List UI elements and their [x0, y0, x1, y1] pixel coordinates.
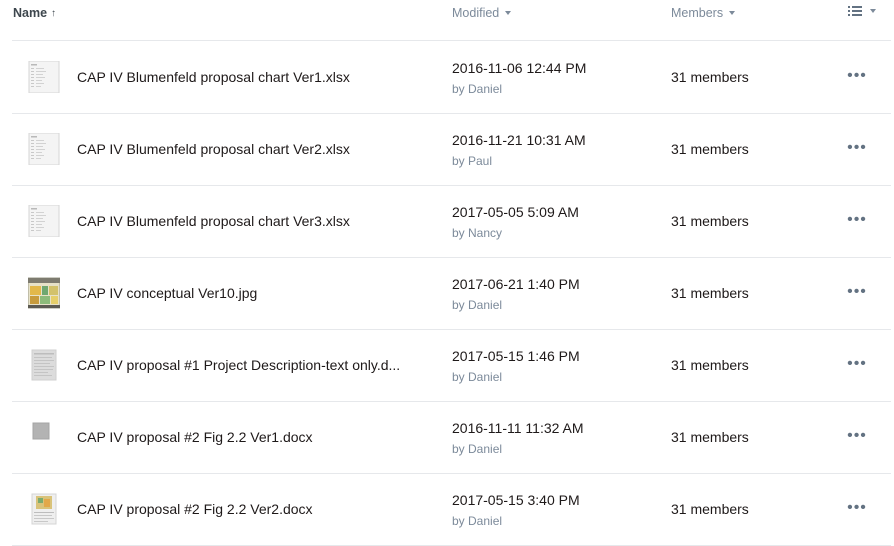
members-count[interactable]: 31 members [671, 501, 749, 517]
members-count[interactable]: 31 members [671, 285, 749, 301]
sort-by-name-header[interactable]: Name ↑ [13, 6, 56, 20]
more-options-button[interactable]: ••• [846, 497, 868, 519]
file-name[interactable]: CAP IV Blumenfeld proposal chart Ver3.xl… [77, 213, 350, 229]
more-options-button[interactable]: ••• [846, 209, 868, 231]
modified-date: 2017-05-15 3:40 PM [452, 492, 580, 508]
file-name[interactable]: CAP IV Blumenfeld proposal chart Ver2.xl… [77, 141, 350, 157]
view-options-button[interactable] [848, 5, 876, 17]
ellipsis-icon: ••• [847, 427, 867, 444]
file-thumbnail-icon [28, 60, 60, 94]
file-name[interactable]: CAP IV proposal #2 Fig 2.2 Ver2.docx [77, 501, 313, 517]
modified-by: by Daniel [452, 514, 503, 528]
modified-date: 2016-11-21 10:31 AM [452, 132, 586, 148]
sort-by-members-header[interactable]: Members [671, 6, 736, 20]
members-count[interactable]: 31 members [671, 429, 749, 445]
file-row[interactable]: CAP IV Blumenfeld proposal chart Ver3.xl… [12, 185, 891, 258]
file-name[interactable]: CAP IV conceptual Ver10.jpg [77, 285, 257, 301]
file-row[interactable]: CAP IV proposal #1 Project Description-t… [12, 329, 891, 402]
modified-date: 2016-11-11 11:32 AM [452, 420, 584, 436]
list-view-icon [848, 6, 862, 16]
modified-date: 2016-11-06 12:44 PM [452, 60, 587, 76]
more-options-button[interactable]: ••• [846, 65, 868, 87]
modified-date: 2017-06-21 1:40 PM [452, 276, 580, 292]
ellipsis-icon: ••• [847, 355, 867, 372]
name-header-label: Name [13, 6, 48, 20]
more-options-button[interactable]: ••• [846, 281, 868, 303]
chevron-down-icon [870, 9, 876, 13]
file-row[interactable]: CAP IV Blumenfeld proposal chart Ver1.xl… [12, 41, 891, 114]
file-row[interactable]: CAP IV Blumenfeld proposal chart Ver2.xl… [12, 113, 891, 186]
ellipsis-icon: ••• [847, 67, 867, 84]
sort-ascending-icon: ↑ [51, 7, 57, 19]
file-thumbnail-icon [28, 421, 60, 453]
members-count[interactable]: 31 members [671, 357, 749, 373]
ellipsis-icon: ••• [847, 211, 867, 228]
modified-date: 2017-05-05 5:09 AM [452, 204, 579, 220]
modified-header-label: Modified [452, 6, 500, 20]
chevron-down-icon [505, 11, 512, 15]
modified-by: by Daniel [452, 442, 503, 456]
modified-by: by Nancy [452, 226, 503, 240]
file-thumbnail-icon [28, 493, 60, 525]
members-header-label: Members [671, 6, 724, 20]
modified-by: by Daniel [452, 82, 503, 96]
ellipsis-icon: ••• [847, 499, 867, 516]
more-options-button[interactable]: ••• [846, 425, 868, 447]
file-name[interactable]: CAP IV proposal #2 Fig 2.2 Ver1.docx [77, 429, 313, 445]
more-options-button[interactable]: ••• [846, 353, 868, 375]
members-count[interactable]: 31 members [671, 141, 749, 157]
modified-by: by Paul [452, 154, 493, 168]
modified-date: 2017-05-15 1:46 PM [452, 348, 580, 364]
file-row[interactable]: CAP IV proposal #2 Fig 2.2 Ver1.docx 201… [12, 401, 891, 474]
file-thumbnail-icon [27, 277, 61, 309]
ellipsis-icon: ••• [847, 139, 867, 156]
members-count[interactable]: 31 members [671, 69, 749, 85]
file-thumbnail-icon [28, 349, 60, 381]
more-options-button[interactable]: ••• [846, 137, 868, 159]
chevron-down-icon [729, 11, 736, 15]
file-row[interactable]: CAP IV conceptual Ver10.jpg 2017-06-21 1… [12, 257, 891, 330]
sort-by-modified-header[interactable]: Modified [452, 6, 512, 20]
modified-by: by Daniel [452, 370, 503, 384]
file-name[interactable]: CAP IV Blumenfeld proposal chart Ver1.xl… [77, 69, 350, 85]
file-name[interactable]: CAP IV proposal #1 Project Description-t… [77, 357, 400, 373]
ellipsis-icon: ••• [847, 283, 867, 300]
file-thumbnail-icon [28, 204, 60, 238]
file-list-header: Name ↑ Modified Members [0, 0, 894, 34]
file-row[interactable]: CAP IV proposal #2 Fig 2.2 Ver2.docx 201… [12, 473, 891, 546]
members-count[interactable]: 31 members [671, 213, 749, 229]
file-thumbnail-icon [28, 132, 60, 166]
modified-by: by Daniel [452, 298, 503, 312]
